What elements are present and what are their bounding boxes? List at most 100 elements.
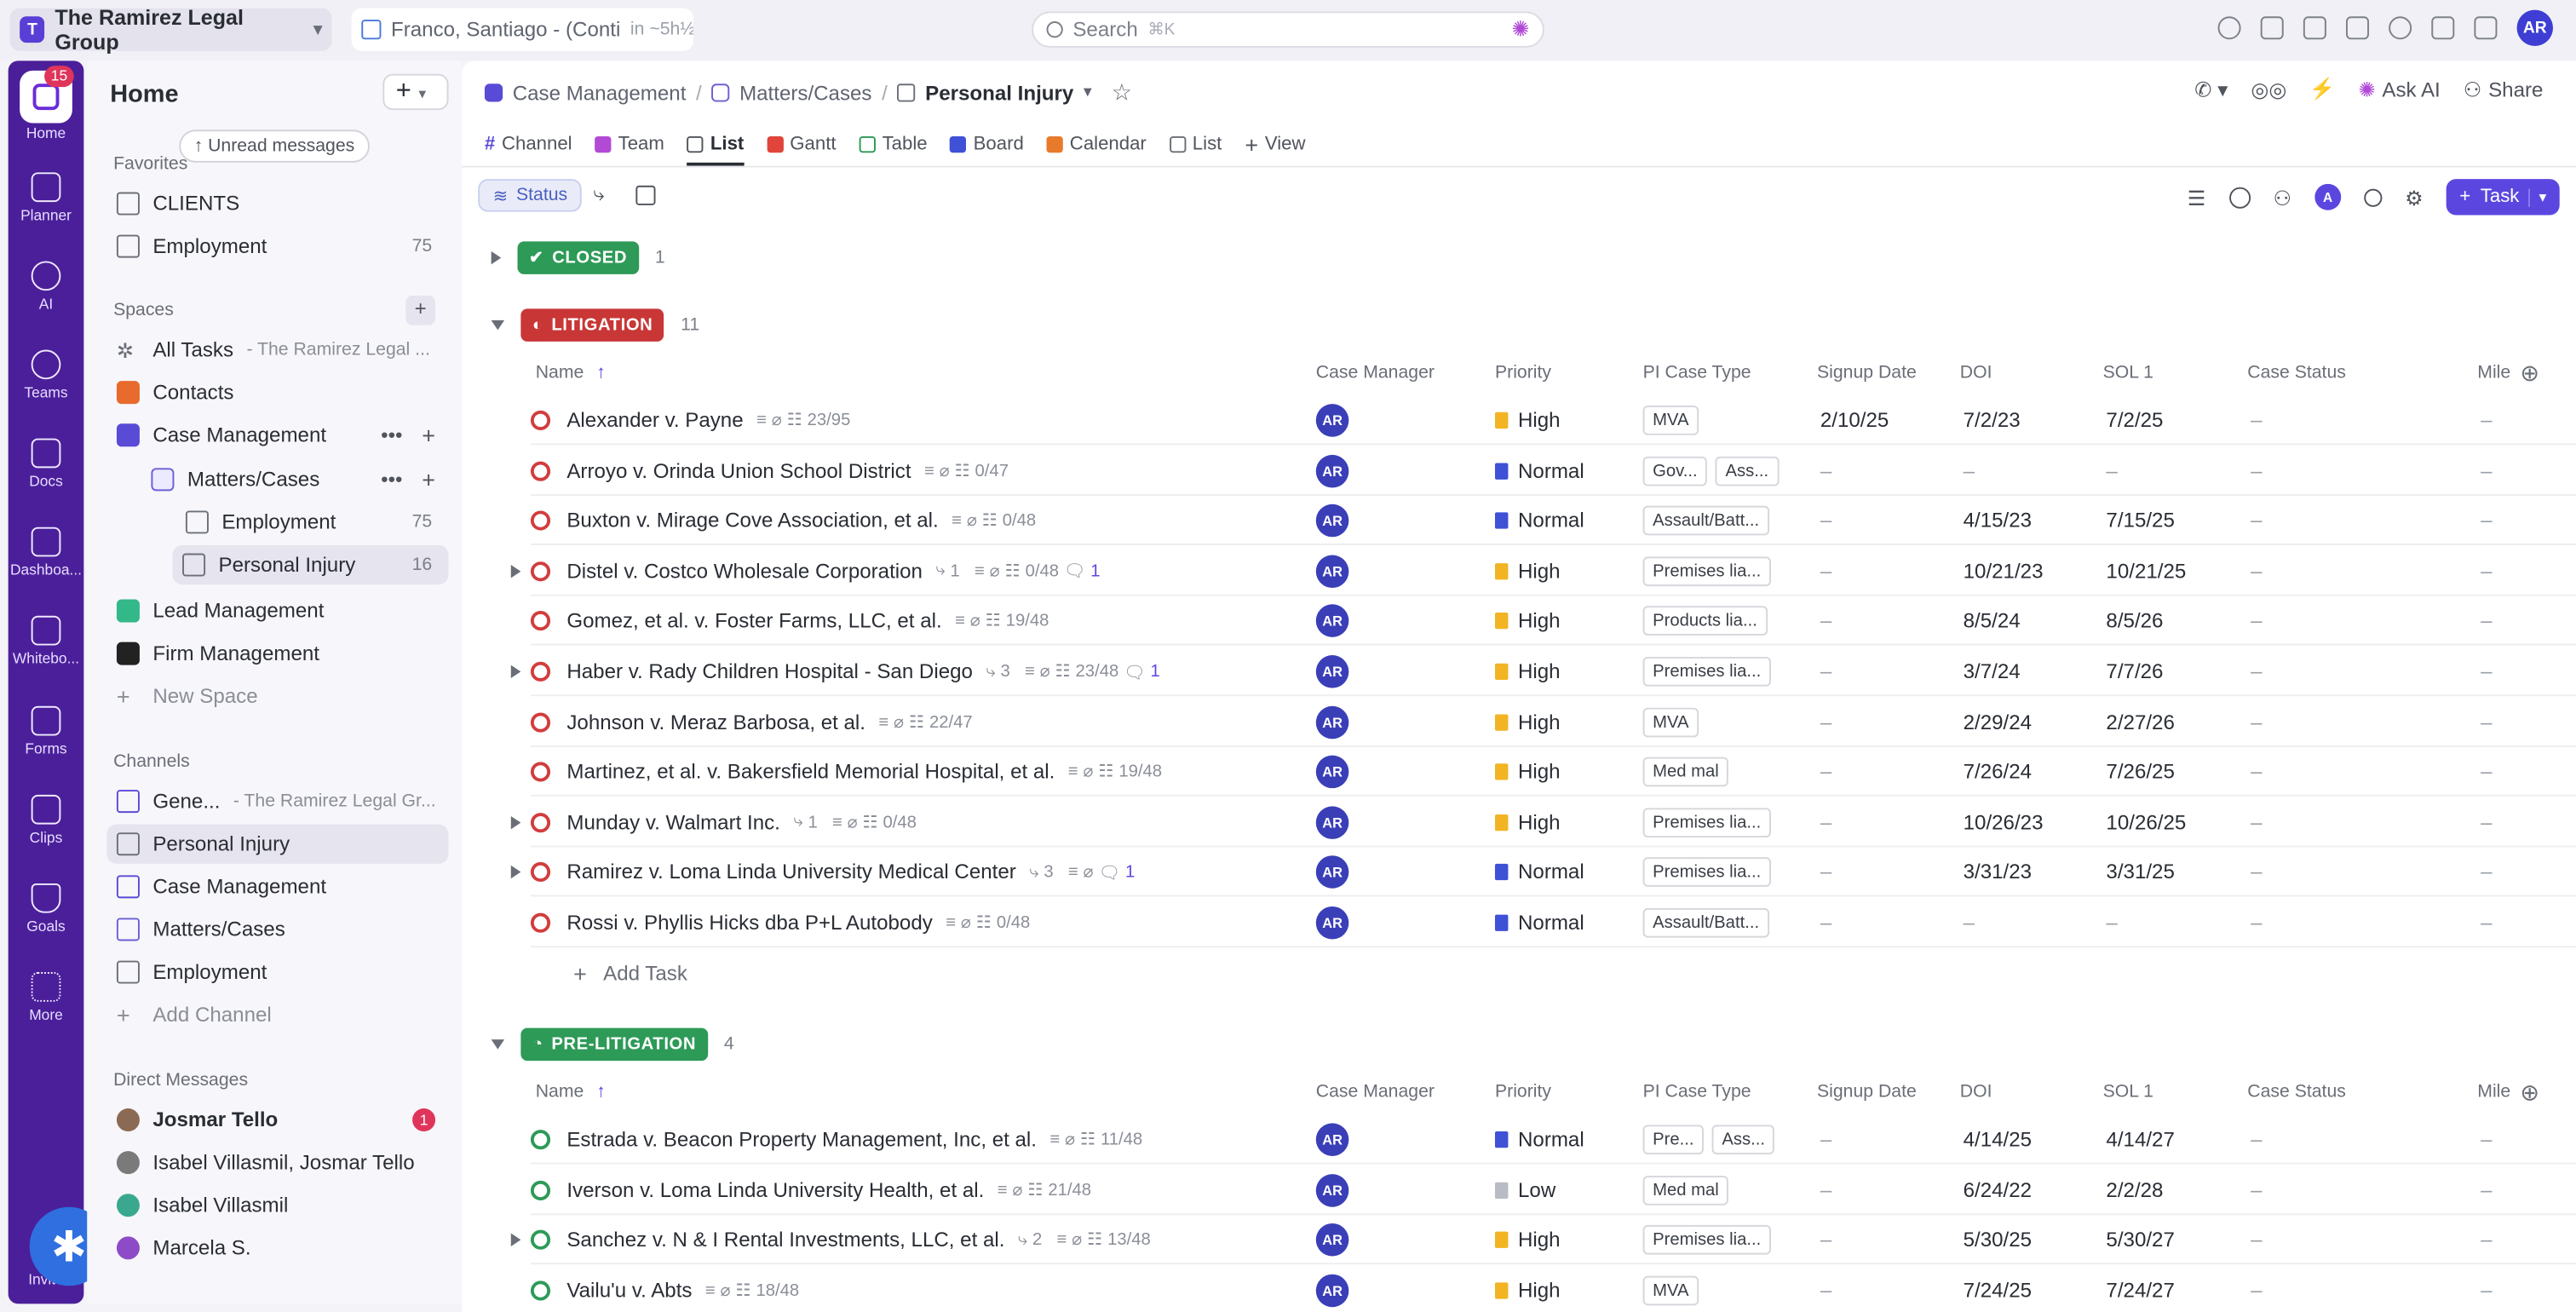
case-manager-cell[interactable]: AR	[1315, 1165, 1349, 1215]
channel-employment[interactable]: Employment	[106, 952, 448, 992]
rail-teams[interactable]: Teams	[9, 349, 84, 400]
sol-cell[interactable]: 10/21/25	[2106, 546, 2186, 596]
status-cell[interactable]: –	[2251, 697, 2262, 746]
sidebar-item-firm-management[interactable]: Firm Management	[106, 634, 448, 673]
inbox-icon[interactable]	[2260, 16, 2284, 40]
table-row[interactable]: Distel v. Costco Wholesale Corporation ⤷ …	[510, 546, 2576, 596]
chevron-down-icon[interactable]: ▾	[1084, 83, 1092, 101]
mile-cell[interactable]: –	[2481, 848, 2492, 897]
chevron-down-icon[interactable]	[491, 319, 505, 331]
group-by-status-button[interactable]: ≋ Status	[478, 179, 583, 212]
rail-forms[interactable]: Forms	[9, 705, 84, 757]
sol-cell[interactable]: 8/5/26	[2106, 596, 2163, 646]
add-view-button[interactable]: + View	[1245, 124, 1305, 164]
channel-personal-injury[interactable]: Personal Injury	[106, 824, 449, 864]
tab-channel[interactable]: # Channel	[485, 124, 572, 164]
tab-list-2[interactable]: List	[1169, 124, 1222, 164]
add-icon[interactable]: +	[422, 422, 435, 448]
table-row[interactable]: Estrada v. Beacon Property Management, I…	[530, 1115, 2576, 1165]
mile-cell[interactable]: –	[2481, 396, 2492, 446]
column-header-5[interactable]: DOI	[1960, 363, 1992, 383]
column-header-1[interactable]: Case Manager	[1316, 363, 1435, 383]
assignee-icon[interactable]: ⚇	[2273, 185, 2291, 210]
signup-cell[interactable]: –	[1820, 546, 1831, 596]
task-name[interactable]: Buxton v. Mirage Cove Association, et al…	[566, 509, 938, 532]
mile-cell[interactable]: –	[2481, 647, 2492, 696]
column-header-2[interactable]: Priority	[1495, 1082, 1551, 1102]
column-header-7[interactable]: Case Status	[2247, 1082, 2346, 1102]
status-cell[interactable]: –	[2251, 1216, 2262, 1265]
table-row[interactable]: Gomez, et al. v. Foster Farms, LLC, et a…	[530, 596, 2576, 647]
doi-cell[interactable]: 6/24/22	[1964, 1165, 2032, 1215]
case-manager-cell[interactable]: AR	[1315, 496, 1349, 545]
subtasks-icon[interactable]: ⤷	[593, 182, 605, 207]
status-cell[interactable]: –	[2251, 496, 2262, 545]
column-header-0[interactable]: Name	[536, 363, 584, 383]
page-title[interactable]: Personal Injury	[925, 81, 1073, 104]
more-dots-icon[interactable]: •••	[381, 423, 402, 446]
case-manager-cell[interactable]: AR	[1315, 546, 1349, 596]
create-button[interactable]: + ▾	[382, 73, 449, 111]
case-type-cell[interactable]: Products lia...	[1642, 596, 1775, 646]
case-type-cell[interactable]: Gov... Ass...	[1642, 446, 1787, 495]
tab-calendar[interactable]: Calendar	[1046, 124, 1147, 164]
workspace-switcher[interactable]: T The Ramirez Legal Group ▾	[9, 5, 332, 55]
case-manager-cell[interactable]: AR	[1315, 446, 1349, 495]
sol-cell[interactable]: 2/2/28	[2106, 1165, 2163, 1215]
star-icon[interactable]: ☆	[1112, 79, 1132, 107]
table-row[interactable]: Martinez, et al. v. Bakersfield Memorial…	[530, 747, 2576, 797]
mile-cell[interactable]: –	[2481, 697, 2492, 746]
case-manager-cell[interactable]: AR	[1315, 1216, 1349, 1265]
status-icon[interactable]	[530, 1130, 551, 1150]
rail-ai[interactable]: AI	[9, 261, 84, 312]
video-icon[interactable]	[2345, 16, 2369, 40]
doi-cell[interactable]: –	[1964, 446, 1975, 495]
case-type-cell[interactable]: Premises lia...	[1642, 797, 1780, 847]
me-filter-avatar[interactable]: A	[2314, 183, 2341, 210]
status-cell[interactable]: –	[2251, 797, 2262, 847]
column-header-7[interactable]: Case Status	[2247, 363, 2346, 383]
column-header-5[interactable]: DOI	[1960, 1082, 1992, 1102]
sol-cell[interactable]: 10/26/25	[2106, 797, 2186, 847]
doi-cell[interactable]: 4/14/25	[1964, 1115, 2032, 1165]
table-row[interactable]: Buxton v. Mirage Cove Association, et al…	[530, 496, 2576, 546]
column-header-6[interactable]: SOL 1	[2103, 1082, 2153, 1102]
expand-subtasks-icon[interactable]	[510, 564, 521, 578]
task-name[interactable]: Vailu'u v. Abts	[566, 1279, 692, 1302]
sidebar-item-all-tasks[interactable]: ✲ All Tasks - The Ramirez Legal ...	[106, 330, 448, 369]
sol-cell[interactable]: 7/24/27	[2106, 1266, 2174, 1312]
case-type-cell[interactable]: Premises lia...	[1642, 848, 1780, 897]
rail-docs[interactable]: Docs	[9, 438, 84, 489]
priority-cell[interactable]: High	[1494, 1266, 1561, 1312]
case-type-cell[interactable]: Med mal	[1642, 747, 1737, 797]
search-icon[interactable]	[2363, 187, 2383, 206]
task-name[interactable]: Munday v. Walmart Inc.	[566, 811, 780, 834]
sol-cell[interactable]: 7/26/25	[2106, 747, 2174, 797]
table-row[interactable]: Munday v. Walmart Inc. ⤷ 1 ≡ ⌀ ☷ 0/48 AR Hi…	[510, 797, 2576, 848]
mile-cell[interactable]: –	[2481, 1115, 2492, 1165]
case-type-cell[interactable]: Premises lia...	[1642, 1216, 1780, 1265]
dm-josmar[interactable]: Josmar Tello 1	[106, 1100, 448, 1139]
task-name[interactable]: Johnson v. Meraz Barbosa, et al.	[566, 711, 865, 734]
status-cell[interactable]: –	[2251, 396, 2262, 446]
status-icon[interactable]	[530, 561, 551, 581]
rail-planner[interactable]: Planner	[9, 172, 84, 223]
case-type-cell[interactable]: Med mal	[1642, 1165, 1737, 1215]
tab-table[interactable]: Table	[859, 124, 928, 164]
column-header-8[interactable]: Mile	[2477, 1082, 2510, 1102]
sidebar-item-employment[interactable]: Employment 75	[175, 503, 448, 542]
column-header-0[interactable]: Name	[536, 1082, 584, 1102]
signup-cell[interactable]: –	[1820, 496, 1831, 545]
case-type-cell[interactable]: Premises lia...	[1642, 647, 1780, 696]
case-type-cell[interactable]: MVA	[1642, 697, 1707, 746]
signup-cell[interactable]: –	[1820, 1115, 1831, 1165]
group-closed-header[interactable]: ✔ CLOSED 1	[491, 241, 665, 274]
group-litigation-header[interactable]: ◐ LITIGATION 11	[491, 308, 699, 342]
status-cell[interactable]: –	[2251, 1266, 2262, 1312]
channel-case-management[interactable]: Case Management	[106, 867, 448, 906]
sol-cell[interactable]: –	[2106, 898, 2117, 947]
case-manager-cell[interactable]: AR	[1315, 747, 1349, 797]
task-name[interactable]: Haber v. Rady Children Hospital - San Di…	[566, 660, 973, 683]
apps-grid-icon[interactable]	[2474, 16, 2498, 40]
column-header-3[interactable]: PI Case Type	[1643, 1082, 1751, 1102]
